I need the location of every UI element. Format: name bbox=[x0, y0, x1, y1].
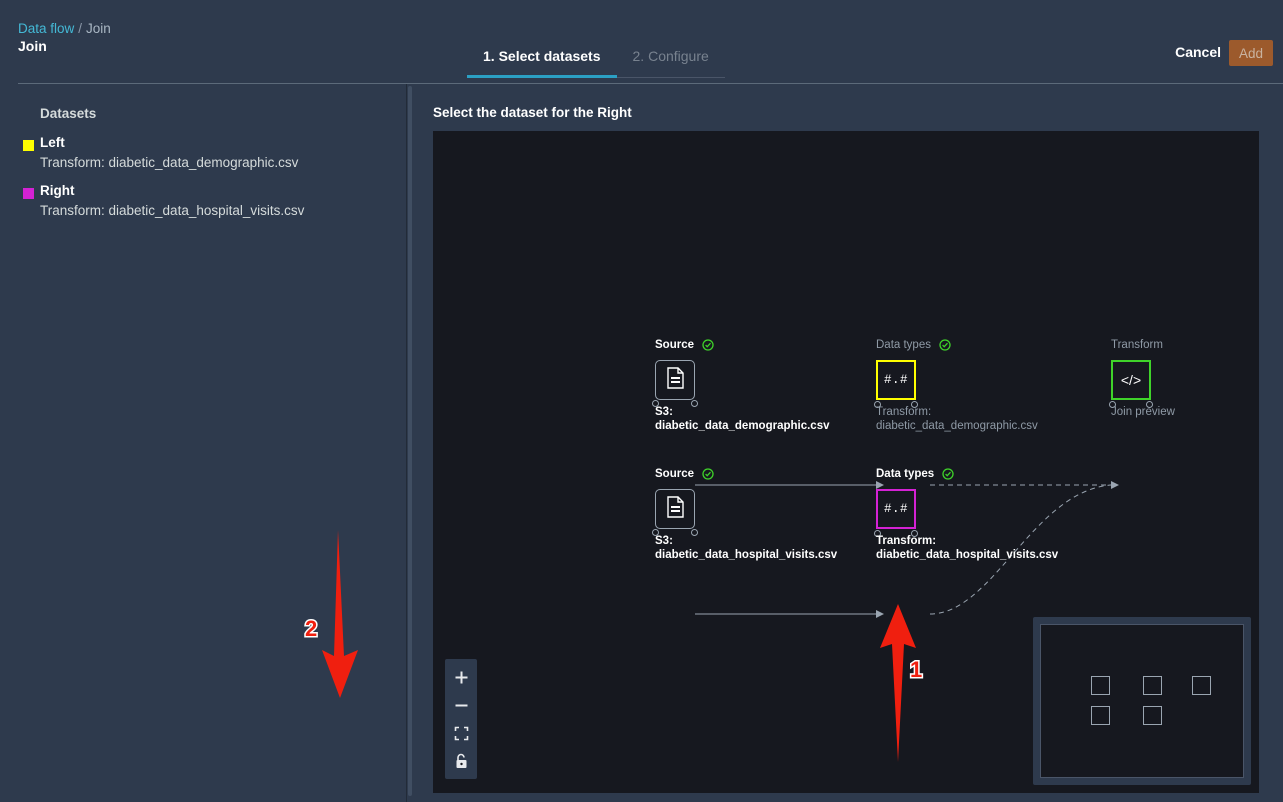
node-header-label: Source bbox=[655, 339, 694, 351]
minimap-node bbox=[1192, 676, 1211, 695]
dataset-color-swatch-left bbox=[23, 140, 34, 151]
minimap-viewport[interactable] bbox=[1040, 624, 1244, 778]
node-caption-line2: diabetic_data_demographic.csv bbox=[655, 419, 830, 432]
annotation-label-1: 1 bbox=[908, 656, 923, 684]
code-brackets-icon: </> bbox=[1120, 372, 1142, 388]
node-header-label: Data types bbox=[876, 468, 935, 480]
zoom-in-button[interactable] bbox=[445, 663, 477, 691]
node-header-source-hospital-visits: Source bbox=[655, 468, 714, 483]
page-title: Join bbox=[18, 38, 47, 54]
node-caption-datatypes-hospital-visits: Transform: diabetic_data_hospital_visits… bbox=[876, 535, 1058, 562]
dataset-detail-right: Transform: diabetic_data_hospital_visits… bbox=[40, 203, 305, 218]
node-header-label: Source bbox=[655, 468, 694, 480]
node-icon-box-datatypes-hospital-visits[interactable]: #.# bbox=[874, 489, 918, 537]
breadcrumb: Data flow / Join bbox=[18, 21, 111, 36]
node-caption-source-demographic: S3: diabetic_data_demographic.csv bbox=[655, 406, 829, 433]
hash-dot-hash-icon: #.# bbox=[883, 502, 908, 516]
node-caption-line2: diabetic_data_demographic.csv bbox=[876, 419, 1038, 432]
node-caption-line2: diabetic_data_hospital_visits.csv bbox=[655, 548, 838, 561]
dataset-color-swatch-right bbox=[23, 188, 34, 199]
minimap-node bbox=[1091, 676, 1110, 695]
tab-configure[interactable]: 2. Configure bbox=[616, 48, 725, 78]
canvas-minimap[interactable] bbox=[1033, 617, 1251, 785]
dataset-name-left: Left bbox=[40, 135, 65, 150]
node-icon-box-source-hospital-visits[interactable] bbox=[652, 489, 698, 536]
node-caption-datatypes-demographic: Transform: diabetic_data_demographic.csv bbox=[876, 406, 1038, 433]
file-document-icon bbox=[665, 495, 685, 523]
file-document-icon bbox=[665, 366, 685, 394]
check-circle-icon bbox=[942, 468, 955, 483]
breadcrumb-separator: / bbox=[78, 21, 83, 36]
add-button[interactable]: Add bbox=[1229, 40, 1273, 66]
hash-dot-hash-icon: #.# bbox=[883, 373, 908, 387]
minimap-node bbox=[1091, 706, 1110, 725]
node-icon-box-datatypes-demographic[interactable]: #.# bbox=[874, 360, 918, 408]
dataflow-canvas[interactable]: Source S3: diabetic_data_demographic.csv bbox=[433, 131, 1259, 793]
node-icon-box-transform[interactable]: </> bbox=[1109, 360, 1153, 408]
page-header: Data flow / Join Join 1. Select datasets 2… bbox=[0, 0, 1283, 83]
dataset-name-right: Right bbox=[40, 183, 75, 198]
tab-select-datasets[interactable]: 1. Select datasets bbox=[467, 48, 617, 78]
annotation-label-2: 2 bbox=[303, 615, 318, 643]
node-header-label: Data types bbox=[876, 339, 931, 351]
node-caption-source-hospital-visits: S3: diabetic_data_hospital_visits.csv bbox=[655, 535, 837, 562]
datasets-sidebar: Datasets Left Transform: diabetic_data_d… bbox=[0, 84, 406, 802]
node-caption-line2: diabetic_data_hospital_visits.csv bbox=[876, 548, 1059, 561]
node-caption-line1: Transform: bbox=[876, 535, 937, 547]
sidebar-divider bbox=[406, 84, 407, 802]
fit-to-screen-icon[interactable] bbox=[445, 719, 477, 747]
cancel-button[interactable]: Cancel bbox=[1175, 44, 1221, 60]
unlock-icon[interactable] bbox=[445, 747, 477, 775]
node-header-datatypes-hospital-visits: Data types bbox=[876, 468, 955, 483]
check-circle-icon bbox=[702, 339, 714, 354]
node-header-datatypes-demographic: Data types bbox=[876, 339, 951, 354]
check-circle-icon bbox=[939, 339, 951, 354]
sidebar-section-title: Datasets bbox=[40, 106, 97, 121]
node-caption-transform: Join preview bbox=[1111, 406, 1175, 420]
minimap-node bbox=[1143, 676, 1162, 695]
node-icon-box-source-demographic[interactable] bbox=[652, 360, 698, 407]
breadcrumb-current-join: Join bbox=[86, 21, 111, 36]
canvas-zoom-controls bbox=[445, 659, 477, 779]
check-circle-icon bbox=[702, 468, 714, 483]
node-caption-line1: Join preview bbox=[1111, 406, 1175, 418]
main-panel: Select the dataset for the Right Source bbox=[412, 84, 1283, 802]
node-header-source-demographic: Source bbox=[655, 339, 714, 354]
canvas-instruction-title: Select the dataset for the Right bbox=[433, 105, 632, 120]
node-caption-line1: Transform: bbox=[876, 406, 932, 418]
breadcrumb-link-data-flow[interactable]: Data flow bbox=[18, 21, 74, 36]
wizard-tabs: 1. Select datasets 2. Configure bbox=[467, 48, 725, 78]
node-caption-line1: S3: bbox=[655, 535, 673, 547]
dataset-detail-left: Transform: diabetic_data_demographic.csv bbox=[40, 155, 299, 170]
zoom-out-button[interactable] bbox=[445, 691, 477, 719]
join-dataset-selection-screen: Data flow / Join Join 1. Select datasets 2… bbox=[0, 0, 1283, 802]
node-header-label: Transform bbox=[1111, 339, 1163, 351]
node-header-transform: Transform bbox=[1111, 339, 1163, 351]
minimap-node bbox=[1143, 706, 1162, 725]
node-caption-line1: S3: bbox=[655, 406, 673, 418]
